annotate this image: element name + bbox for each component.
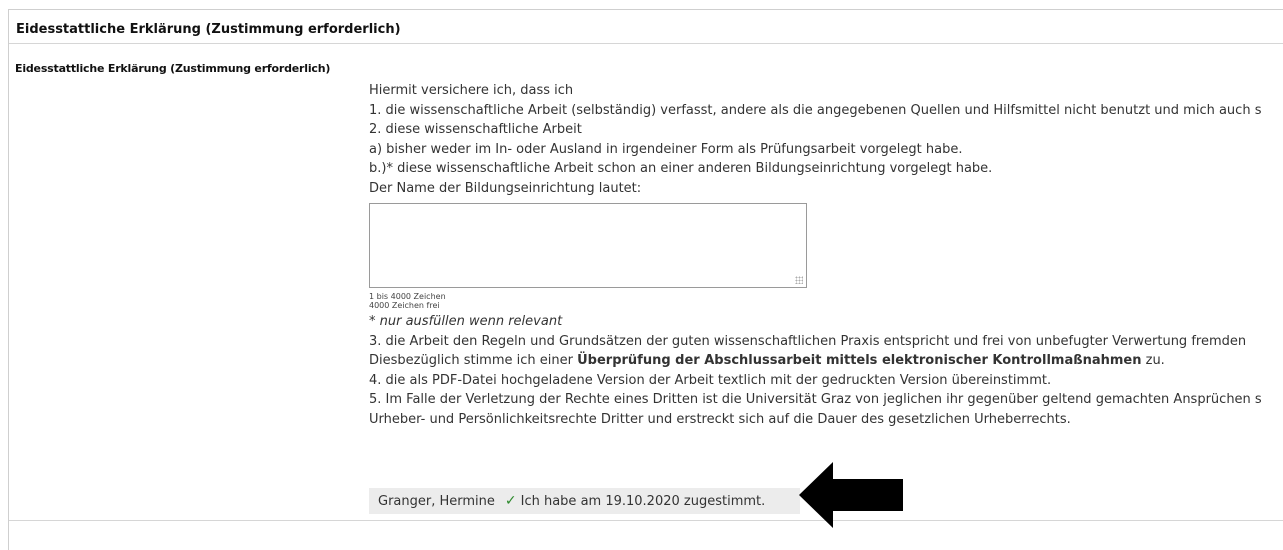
- electronic-check-suffix: zu.: [1141, 353, 1165, 368]
- declaration-line: 3. die Arbeit den Regeln und Grundsätzen…: [369, 333, 1247, 349]
- char-limit-text: 1 bis 4000 Zeichen: [369, 292, 446, 301]
- consent-user-name: Granger, Hermine: [378, 494, 495, 509]
- electronic-check-prefix: Diesbezüglich stimme ich einer: [369, 353, 578, 368]
- electronic-check-bold: Überprüfung der Abschlussarbeit mittels …: [577, 353, 1142, 368]
- resize-handle-icon[interactable]: [795, 276, 803, 284]
- divider: [9, 43, 1283, 44]
- electronic-check-line: Diesbezüglich stimme ich einer Überprüfu…: [369, 351, 1283, 371]
- declaration-line: a) bisher weder im In- oder Ausland in i…: [369, 141, 963, 157]
- declaration-line: 1. die wissenschaftliche Arbeit (selbstä…: [369, 102, 1262, 118]
- institution-name-textarea-wrapper: [369, 203, 807, 288]
- consent-status-bar: Granger, Hermine ✓ Ich habe am 19.10.2020 …: [369, 488, 800, 514]
- chars-remaining-text: 4000 Zeichen frei: [369, 301, 440, 310]
- declaration-line: Urheber- und Persönlichkeitsrechte Dritt…: [369, 411, 1071, 427]
- institution-name-textarea[interactable]: [370, 204, 806, 287]
- declaration-line: Der Name der Bildungseinrichtung lautet:: [369, 180, 642, 196]
- declaration-line: b.)* diese wissenschaftliche Arbeit scho…: [369, 161, 993, 176]
- declaration-line: Hiermit versichere ich, dass ich: [369, 83, 574, 98]
- consent-status-text: Ich habe am 19.10.2020 zugestimmt.: [520, 494, 766, 509]
- left-arrow-icon: [799, 462, 903, 528]
- relevance-note: * nur ausfüllen wenn relevant: [369, 314, 563, 329]
- checkmark-icon: ✓: [504, 493, 517, 509]
- declaration-line: 2. diese wissenschaftliche Arbeit: [369, 122, 582, 137]
- field-label: Eidesstattliche Erklärung (Zustimmung er…: [15, 62, 331, 75]
- section-title: Eidesstattliche Erklärung (Zustimmung er…: [16, 22, 401, 37]
- divider: [9, 520, 1283, 521]
- declaration-line: 4. die als PDF-Datei hochgeladene Versio…: [369, 372, 1052, 388]
- declaration-content: Hiermit versichere ich, dass ich 1. die …: [369, 81, 1283, 429]
- declaration-line: 5. Im Falle der Verletzung der Rechte ei…: [369, 392, 1262, 407]
